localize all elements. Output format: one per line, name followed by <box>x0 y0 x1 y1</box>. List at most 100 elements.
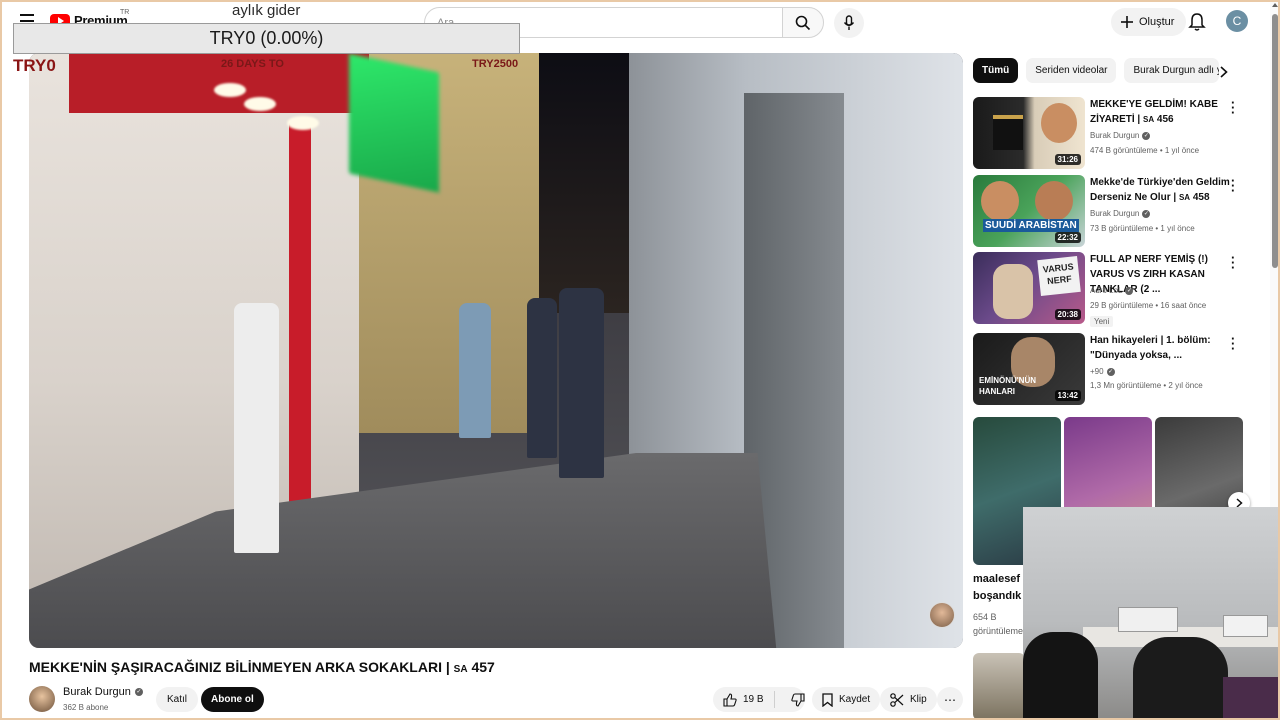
short-thumbnail[interactable] <box>973 653 1025 720</box>
video-duration: 22:32 <box>1054 232 1081 243</box>
account-avatar[interactable]: C <box>1226 10 1248 32</box>
video-title-sa: SA <box>453 664 468 675</box>
verified-icon: ✓ <box>1142 209 1151 218</box>
like-button[interactable]: 19 B <box>713 691 775 708</box>
recommended-channel[interactable]: Burak Durgun ✓ <box>1090 209 1151 218</box>
short-caption: maalesef <box>973 573 1021 585</box>
channel-watermark[interactable] <box>929 602 955 628</box>
kebab-menu-icon[interactable]: · · · <box>1231 332 1239 355</box>
video-duration: 20:38 <box>1054 309 1081 320</box>
short-views: 654 B görüntüleme <box>973 610 1028 638</box>
video-thumbnail[interactable]: 31:26 <box>973 97 1085 169</box>
channel-avatar[interactable] <box>29 686 55 712</box>
join-button[interactable]: Katıl <box>156 687 199 712</box>
chip-series[interactable]: Seriden videolar <box>1026 58 1117 83</box>
video-duration: 13:42 <box>1054 390 1081 401</box>
recommended-video[interactable]: VARUS NERF 20:38 FULL AP NERF YEMİŞ (!) … <box>973 251 1243 327</box>
recommended-video[interactable]: 31:26 MEKKE'YE GELDİM! KABE ZİYARETİ | S… <box>973 96 1243 169</box>
overlay-days-text: 26 DAYS TO <box>221 58 284 70</box>
video-frame-awning <box>69 53 369 113</box>
scissors-icon <box>890 692 904 707</box>
channel-name-text: Burak Durgun <box>63 686 131 698</box>
video-frame-neon-sign <box>349 53 439 193</box>
video-frame-person <box>527 298 557 458</box>
video-thumbnail[interactable]: VARUS NERF 20:38 <box>973 252 1085 324</box>
webcam-fabric <box>1223 677 1280 720</box>
short-caption: boşandık <box>973 590 1022 602</box>
like-dislike-group: 19 B <box>713 687 805 712</box>
video-player[interactable] <box>29 53 963 648</box>
recommended-meta: 73 B görüntüleme • 1 yıl önce <box>1090 224 1195 233</box>
webcam-overlay <box>1023 507 1280 720</box>
video-frame-lamp <box>214 83 246 97</box>
overlay-value-box: TRY0 (0.00%) <box>13 23 520 54</box>
recommended-title: Mekke'de Türkiye'den Geldim Derseniz Ne … <box>1090 177 1230 203</box>
chevron-right-icon <box>1220 66 1228 78</box>
bookmark-icon <box>822 692 833 707</box>
filter-chips: Tümü Seriden videolar Burak Durgun adlı … <box>973 58 1220 83</box>
kebab-menu-icon[interactable]: · · · <box>1231 96 1239 119</box>
chip-all[interactable]: Tümü <box>973 58 1019 83</box>
video-duration: 31:26 <box>1054 154 1081 165</box>
recommended-title: Han hikayeleri | 1. bölüm: "Dünyada yoks… <box>1090 335 1211 361</box>
subscribe-button[interactable]: Abone ol <box>201 687 264 712</box>
clip-button[interactable]: Klip <box>880 687 937 712</box>
subscriber-count: 362 B abone <box>63 703 109 712</box>
search-icon <box>795 15 811 30</box>
video-frame-person <box>234 303 279 553</box>
recommended-channel[interactable]: Burak Durgun ✓ <box>1090 131 1151 140</box>
new-badge: Yeni <box>1090 316 1114 327</box>
thumbs-down-icon <box>790 692 805 707</box>
save-button[interactable]: Kaydet <box>812 687 881 712</box>
video-thumbnail[interactable]: SUUDİ ARABİSTAN 22:32 <box>973 175 1085 247</box>
kebab-menu-icon[interactable]: · · · <box>1231 251 1239 274</box>
verified-icon: ✓ <box>1142 131 1151 140</box>
video-thumbnail[interactable]: EMİNÖNÜ'NÜN HANLARI 13:42 <box>973 333 1085 405</box>
overlay-left-value: TRY0 <box>13 56 56 75</box>
scrollbar-thumb[interactable] <box>1272 14 1278 268</box>
overlay-target-value: TRY2500 <box>472 58 519 70</box>
microphone-icon <box>843 14 855 30</box>
plus-icon <box>1121 16 1133 28</box>
scroll-up-icon[interactable] <box>1272 3 1278 7</box>
thumbnail-caption: VARUS NERF <box>1037 256 1081 296</box>
webcam-chair <box>1023 632 1098 720</box>
video-frame-pillar <box>289 123 311 523</box>
voice-search-button[interactable] <box>834 7 864 38</box>
short-views-label: görüntüleme <box>973 626 1024 636</box>
video-frame-lamp <box>287 116 319 130</box>
dislike-button[interactable] <box>781 692 805 707</box>
thumbs-up-icon <box>723 692 737 707</box>
overlay-title: aylık gider <box>232 2 301 19</box>
recommended-video[interactable]: SUUDİ ARABİSTAN 22:32 Mekke'de Türkiye'd… <box>973 174 1243 247</box>
video-frame-sky <box>534 53 644 313</box>
create-button[interactable]: Oluştur <box>1111 8 1187 36</box>
webcam-sewing-machine <box>1118 607 1178 632</box>
kebab-menu-icon[interactable]: · · · <box>1231 174 1239 197</box>
thumbnail-caption: SUUDİ ARABİSTAN <box>983 219 1079 232</box>
like-count: 19 B <box>743 694 764 705</box>
channel-name[interactable]: Burak Durgun ✓ <box>63 686 143 698</box>
chips-next-button[interactable] <box>1214 62 1234 82</box>
create-label: Oluştur <box>1139 16 1175 28</box>
search-button[interactable] <box>782 7 824 38</box>
verified-icon: ✓ <box>1125 286 1134 295</box>
notifications-bell-icon[interactable] <box>1188 12 1206 37</box>
video-title: MEKKE'NİN ŞAŞIRACAĞINIZ BİLİNMEYEN ARKA … <box>29 659 495 675</box>
recommended-title: MEKKE'YE GELDİM! KABE ZİYARETİ | SA 456 <box>1090 99 1218 125</box>
recommended-channel[interactable]: +90 ✓ <box>1090 367 1115 376</box>
verified-icon: ✓ <box>1106 367 1115 376</box>
video-title-number: 457 <box>467 659 495 675</box>
video-frame-lamp <box>244 97 276 111</box>
country-code: TR <box>120 9 130 16</box>
thumbnail-caption: EMİNÖNÜ'NÜN HANLARI <box>979 376 1037 396</box>
webcam-sewing-machine <box>1223 615 1268 637</box>
recommended-meta: 29 B görüntüleme • 16 saat önce <box>1090 301 1207 310</box>
short-views-count: 654 B <box>973 612 997 622</box>
video-title-main: MEKKE'NİN ŞAŞIRACAĞINIZ BİLİNMEYEN ARKA … <box>29 659 454 675</box>
verified-icon: ✓ <box>134 688 143 696</box>
recommended-channel[interactable]: Adro LoL ✓ <box>1090 286 1134 295</box>
chip-channel[interactable]: Burak Durgun adlı yük <box>1124 58 1220 83</box>
more-actions-button[interactable]: ⋯ <box>937 687 963 712</box>
recommended-video[interactable]: EMİNÖNÜ'NÜN HANLARI 13:42 Han hikayeleri… <box>973 332 1243 405</box>
